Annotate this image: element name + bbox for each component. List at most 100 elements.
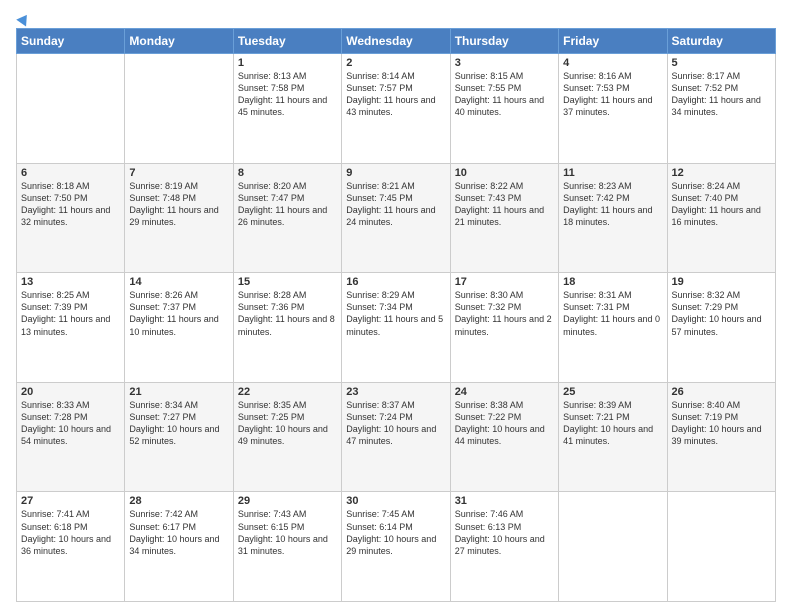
day-info: Sunrise: 8:19 AM Sunset: 7:48 PM Dayligh…: [129, 180, 228, 229]
day-number: 15: [238, 276, 337, 288]
calendar-cell: 30Sunrise: 7:45 AM Sunset: 6:14 PM Dayli…: [342, 492, 450, 602]
day-info: Sunrise: 7:42 AM Sunset: 6:17 PM Dayligh…: [129, 508, 228, 557]
calendar: SundayMondayTuesdayWednesdayThursdayFrid…: [16, 28, 776, 602]
day-info: Sunrise: 8:32 AM Sunset: 7:29 PM Dayligh…: [672, 289, 771, 338]
weekday-header-monday: Monday: [125, 29, 233, 54]
day-info: Sunrise: 8:34 AM Sunset: 7:27 PM Dayligh…: [129, 399, 228, 448]
day-info: Sunrise: 8:16 AM Sunset: 7:53 PM Dayligh…: [563, 70, 662, 119]
calendar-cell: 15Sunrise: 8:28 AM Sunset: 7:36 PM Dayli…: [233, 273, 341, 383]
day-info: Sunrise: 8:13 AM Sunset: 7:58 PM Dayligh…: [238, 70, 337, 119]
weekday-header-saturday: Saturday: [667, 29, 775, 54]
calendar-cell: 4Sunrise: 8:16 AM Sunset: 7:53 PM Daylig…: [559, 54, 667, 164]
day-info: Sunrise: 8:30 AM Sunset: 7:32 PM Dayligh…: [455, 289, 554, 338]
calendar-cell: 27Sunrise: 7:41 AM Sunset: 6:18 PM Dayli…: [17, 492, 125, 602]
calendar-cell: [17, 54, 125, 164]
day-number: 22: [238, 386, 337, 398]
day-number: 4: [563, 57, 662, 69]
day-number: 13: [21, 276, 120, 288]
day-number: 9: [346, 167, 445, 179]
day-number: 18: [563, 276, 662, 288]
day-info: Sunrise: 7:41 AM Sunset: 6:18 PM Dayligh…: [21, 508, 120, 557]
calendar-cell: 11Sunrise: 8:23 AM Sunset: 7:42 PM Dayli…: [559, 163, 667, 273]
day-info: Sunrise: 8:26 AM Sunset: 7:37 PM Dayligh…: [129, 289, 228, 338]
calendar-cell: 28Sunrise: 7:42 AM Sunset: 6:17 PM Dayli…: [125, 492, 233, 602]
day-number: 27: [21, 495, 120, 507]
calendar-cell: 20Sunrise: 8:33 AM Sunset: 7:28 PM Dayli…: [17, 382, 125, 492]
calendar-cell: 16Sunrise: 8:29 AM Sunset: 7:34 PM Dayli…: [342, 273, 450, 383]
day-number: 7: [129, 167, 228, 179]
calendar-cell: [667, 492, 775, 602]
day-info: Sunrise: 7:43 AM Sunset: 6:15 PM Dayligh…: [238, 508, 337, 557]
day-info: Sunrise: 8:25 AM Sunset: 7:39 PM Dayligh…: [21, 289, 120, 338]
day-number: 6: [21, 167, 120, 179]
day-number: 1: [238, 57, 337, 69]
calendar-cell: 26Sunrise: 8:40 AM Sunset: 7:19 PM Dayli…: [667, 382, 775, 492]
day-info: Sunrise: 8:39 AM Sunset: 7:21 PM Dayligh…: [563, 399, 662, 448]
week-row-1: 1Sunrise: 8:13 AM Sunset: 7:58 PM Daylig…: [17, 54, 776, 164]
calendar-cell: 17Sunrise: 8:30 AM Sunset: 7:32 PM Dayli…: [450, 273, 558, 383]
day-info: Sunrise: 7:46 AM Sunset: 6:13 PM Dayligh…: [455, 508, 554, 557]
day-number: 8: [238, 167, 337, 179]
day-info: Sunrise: 8:31 AM Sunset: 7:31 PM Dayligh…: [563, 289, 662, 338]
week-row-3: 13Sunrise: 8:25 AM Sunset: 7:39 PM Dayli…: [17, 273, 776, 383]
logo-triangle-icon: [16, 11, 32, 26]
calendar-cell: 6Sunrise: 8:18 AM Sunset: 7:50 PM Daylig…: [17, 163, 125, 273]
day-info: Sunrise: 8:38 AM Sunset: 7:22 PM Dayligh…: [455, 399, 554, 448]
day-number: 26: [672, 386, 771, 398]
day-number: 14: [129, 276, 228, 288]
weekday-header-row: SundayMondayTuesdayWednesdayThursdayFrid…: [17, 29, 776, 54]
calendar-cell: 1Sunrise: 8:13 AM Sunset: 7:58 PM Daylig…: [233, 54, 341, 164]
day-number: 31: [455, 495, 554, 507]
page: SundayMondayTuesdayWednesdayThursdayFrid…: [0, 0, 792, 612]
day-number: 24: [455, 386, 554, 398]
calendar-cell: 3Sunrise: 8:15 AM Sunset: 7:55 PM Daylig…: [450, 54, 558, 164]
day-number: 5: [672, 57, 771, 69]
day-info: Sunrise: 8:40 AM Sunset: 7:19 PM Dayligh…: [672, 399, 771, 448]
day-number: 20: [21, 386, 120, 398]
calendar-cell: 10Sunrise: 8:22 AM Sunset: 7:43 PM Dayli…: [450, 163, 558, 273]
header: [16, 14, 776, 24]
day-info: Sunrise: 8:37 AM Sunset: 7:24 PM Dayligh…: [346, 399, 445, 448]
day-number: 19: [672, 276, 771, 288]
calendar-cell: 23Sunrise: 8:37 AM Sunset: 7:24 PM Dayli…: [342, 382, 450, 492]
day-info: Sunrise: 8:21 AM Sunset: 7:45 PM Dayligh…: [346, 180, 445, 229]
day-info: Sunrise: 7:45 AM Sunset: 6:14 PM Dayligh…: [346, 508, 445, 557]
day-number: 25: [563, 386, 662, 398]
day-number: 28: [129, 495, 228, 507]
day-number: 3: [455, 57, 554, 69]
weekday-header-friday: Friday: [559, 29, 667, 54]
day-info: Sunrise: 8:33 AM Sunset: 7:28 PM Dayligh…: [21, 399, 120, 448]
day-number: 16: [346, 276, 445, 288]
calendar-cell: 25Sunrise: 8:39 AM Sunset: 7:21 PM Dayli…: [559, 382, 667, 492]
calendar-cell: 19Sunrise: 8:32 AM Sunset: 7:29 PM Dayli…: [667, 273, 775, 383]
day-info: Sunrise: 8:35 AM Sunset: 7:25 PM Dayligh…: [238, 399, 337, 448]
calendar-cell: 14Sunrise: 8:26 AM Sunset: 7:37 PM Dayli…: [125, 273, 233, 383]
weekday-header-sunday: Sunday: [17, 29, 125, 54]
calendar-cell: 29Sunrise: 7:43 AM Sunset: 6:15 PM Dayli…: [233, 492, 341, 602]
calendar-cell: [559, 492, 667, 602]
day-number: 21: [129, 386, 228, 398]
week-row-5: 27Sunrise: 7:41 AM Sunset: 6:18 PM Dayli…: [17, 492, 776, 602]
day-info: Sunrise: 8:22 AM Sunset: 7:43 PM Dayligh…: [455, 180, 554, 229]
day-number: 10: [455, 167, 554, 179]
day-info: Sunrise: 8:23 AM Sunset: 7:42 PM Dayligh…: [563, 180, 662, 229]
week-row-2: 6Sunrise: 8:18 AM Sunset: 7:50 PM Daylig…: [17, 163, 776, 273]
day-info: Sunrise: 8:15 AM Sunset: 7:55 PM Dayligh…: [455, 70, 554, 119]
day-info: Sunrise: 8:24 AM Sunset: 7:40 PM Dayligh…: [672, 180, 771, 229]
day-number: 29: [238, 495, 337, 507]
day-info: Sunrise: 8:28 AM Sunset: 7:36 PM Dayligh…: [238, 289, 337, 338]
calendar-cell: 31Sunrise: 7:46 AM Sunset: 6:13 PM Dayli…: [450, 492, 558, 602]
calendar-cell: 21Sunrise: 8:34 AM Sunset: 7:27 PM Dayli…: [125, 382, 233, 492]
calendar-cell: 22Sunrise: 8:35 AM Sunset: 7:25 PM Dayli…: [233, 382, 341, 492]
day-number: 12: [672, 167, 771, 179]
calendar-cell: 13Sunrise: 8:25 AM Sunset: 7:39 PM Dayli…: [17, 273, 125, 383]
calendar-cell: 5Sunrise: 8:17 AM Sunset: 7:52 PM Daylig…: [667, 54, 775, 164]
day-number: 11: [563, 167, 662, 179]
day-info: Sunrise: 8:14 AM Sunset: 7:57 PM Dayligh…: [346, 70, 445, 119]
day-number: 2: [346, 57, 445, 69]
day-number: 30: [346, 495, 445, 507]
calendar-cell: 8Sunrise: 8:20 AM Sunset: 7:47 PM Daylig…: [233, 163, 341, 273]
calendar-cell: 12Sunrise: 8:24 AM Sunset: 7:40 PM Dayli…: [667, 163, 775, 273]
calendar-cell: 7Sunrise: 8:19 AM Sunset: 7:48 PM Daylig…: [125, 163, 233, 273]
week-row-4: 20Sunrise: 8:33 AM Sunset: 7:28 PM Dayli…: [17, 382, 776, 492]
